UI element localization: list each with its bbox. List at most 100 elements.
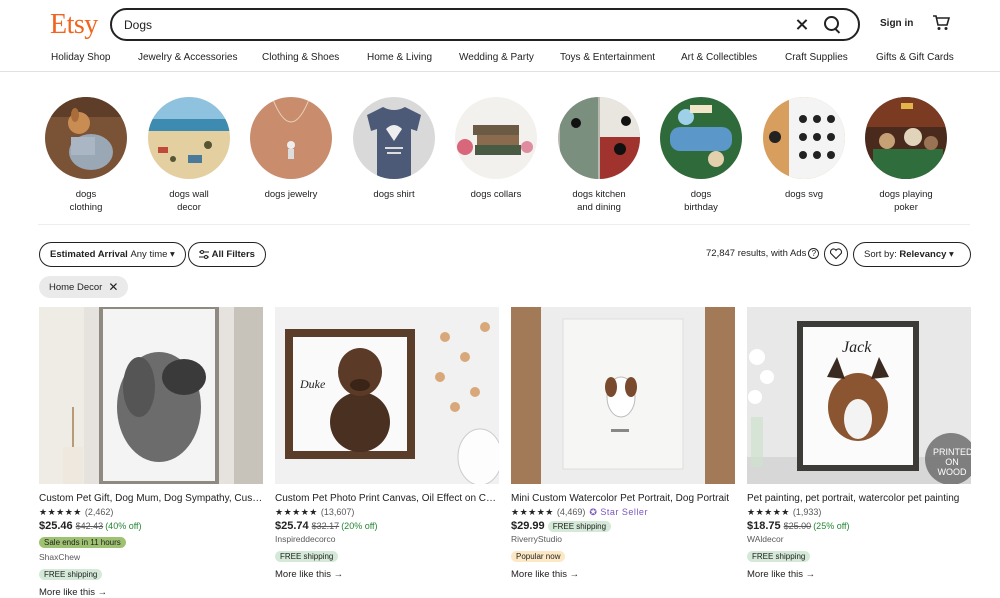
shop-name[interactable]: Inspireddecorco (275, 534, 499, 544)
review-count: (1,933) (792, 507, 822, 517)
more-like-this-link[interactable]: More like this → (511, 569, 735, 580)
original-price: $42.43 (75, 521, 104, 531)
active-filter-chip[interactable]: Home Decor ✕ (39, 276, 129, 298)
related-label: poker (894, 202, 918, 213)
nav-home-living[interactable]: Home & Living (367, 52, 432, 63)
all-filters-button[interactable]: All Filters (188, 242, 266, 267)
nav-toys[interactable]: Toys & Entertainment (560, 52, 655, 63)
related-label: clothing (69, 202, 103, 213)
favorite-search-button[interactable] (824, 242, 848, 266)
star-seller-label: Star Seller (600, 507, 648, 517)
nav-craft[interactable]: Craft Supplies (785, 52, 848, 63)
price: $25.46 (39, 520, 73, 532)
free-shipping-badge: FREE shipping (39, 569, 103, 580)
nav-wedding[interactable]: Wedding & Party (459, 52, 534, 63)
shop-name[interactable]: ShaxChew (39, 552, 263, 562)
discount: (25% off) (813, 521, 850, 531)
all-filters-label: All Filters (211, 249, 255, 260)
related-dogs-poker[interactable]: dogs playing poker (865, 97, 947, 214)
more-like-this-link[interactable]: More like this → (747, 569, 971, 580)
price: $18.75 (747, 520, 781, 532)
sort-dropdown[interactable]: Sort by: Relevancy ▾ (853, 242, 971, 267)
more-label: More like this (275, 569, 331, 580)
kitchen-towel-image (558, 97, 640, 179)
duke-label: Duke (300, 377, 326, 391)
product-image[interactable] (39, 307, 263, 484)
search-icon[interactable] (822, 14, 844, 36)
sort-value: Relevancy (899, 249, 947, 260)
arrow-right-icon: → (97, 587, 108, 598)
more-label: More like this (511, 569, 567, 580)
caret-down-icon: ▾ (949, 249, 954, 260)
nav-holiday-shop[interactable]: Holiday Shop (51, 52, 110, 63)
cart-icon[interactable] (932, 15, 950, 31)
related-label: dogs svg (784, 189, 824, 200)
more-like-this-link[interactable]: More like this → (39, 587, 263, 598)
etsy-logo[interactable]: Etsy (50, 9, 98, 41)
related-label: dogs (690, 189, 712, 200)
arrival-label: Estimated Arrival (50, 249, 128, 260)
related-dogs-collars[interactable]: dogs collars (455, 97, 537, 201)
nav-clothing[interactable]: Clothing & Shoes (262, 52, 339, 63)
discount: (20% off) (341, 521, 378, 531)
related-dogs-birthday[interactable]: dogs birthday (660, 97, 742, 214)
related-dogs-wall-decor[interactable]: dogs wall decor (148, 97, 230, 214)
help-icon[interactable]: ? (808, 248, 820, 259)
star-icons: ★★★★★ (275, 507, 318, 517)
related-dogs-kitchen[interactable]: dogs kitchen and dining (558, 97, 640, 214)
necklace-image (250, 96, 332, 179)
product-card[interactable]: Mini Custom Watercolor Pet Portrait, Dog… (511, 307, 735, 580)
related-dogs-clothing[interactable]: dogs clothing (45, 97, 127, 214)
shop-name[interactable]: WAldecor (747, 534, 971, 544)
product-card[interactable]: Jack PRINTED ON WOOD Pet painting, pet p… (747, 307, 977, 580)
arrival-value: Any time (130, 249, 168, 260)
product-image[interactable] (511, 307, 735, 484)
related-label: decor (177, 202, 201, 213)
poker-dogs-image (865, 97, 947, 179)
product-title[interactable]: Custom Pet Photo Print Canvas, Oil Effec… (275, 493, 499, 504)
product-card[interactable]: Custom Pet Photo Print Canvas, Oil Effec… (275, 307, 503, 580)
product-card[interactable]: Custom Pet Gift, Dog Mum, Dog Sympathy, … (39, 307, 263, 598)
rating: ★★★★★ (4,469) ✪ Star Seller (511, 507, 735, 518)
price-row: $25.46 $42.43 (40% off) (39, 520, 263, 532)
results-text: 72,847 results, with Ads (706, 248, 807, 260)
star-seller-badge: ✪ Star Seller (589, 507, 648, 517)
shop-name[interactable]: RiverryStudio (511, 534, 735, 544)
more-label: More like this (39, 587, 95, 598)
caret-down-icon: ▾ (170, 249, 175, 260)
original-price: $25.00 (783, 521, 812, 531)
printed-on-wood-badge: PRINTED ON WOOD (933, 447, 973, 477)
signin-link[interactable]: Sign in (880, 18, 913, 29)
original-price: $32.17 (311, 521, 340, 531)
product-title[interactable]: Custom Pet Gift, Dog Mum, Dog Sympathy, … (39, 493, 263, 504)
product-title[interactable]: Pet painting, pet portrait, watercolor p… (747, 493, 971, 504)
clear-icon[interactable] (792, 15, 812, 35)
more-label: More like this (747, 569, 803, 580)
discount: (40% off) (105, 521, 142, 531)
related-label: birthday (684, 202, 718, 213)
search-bar[interactable]: Dogs (110, 8, 860, 41)
related-dogs-shirt[interactable]: dogs shirt (353, 97, 435, 201)
price-row: $18.75 $25.00 (25% off) (747, 520, 971, 532)
rating: ★★★★★ (13,607) (275, 507, 499, 518)
search-input[interactable]: Dogs (112, 18, 792, 32)
product-title[interactable]: Mini Custom Watercolor Pet Portrait, Dog… (511, 493, 735, 504)
estimated-arrival-filter[interactable]: Estimated Arrival Any time ▾ (39, 242, 186, 267)
nav-art[interactable]: Art & Collectibles (681, 52, 757, 63)
free-shipping-badge: FREE shipping (275, 551, 339, 562)
more-like-this-link[interactable]: More like this → (275, 569, 499, 580)
product-image[interactable] (275, 307, 503, 486)
divider (38, 224, 970, 225)
related-label: dogs collars (470, 189, 522, 200)
nav-jewelry[interactable]: Jewelry & Accessories (138, 52, 237, 63)
related-dogs-svg[interactable]: dogs svg (763, 97, 845, 201)
svg-sheet-image (763, 97, 845, 179)
related-label: dogs jewelry (264, 189, 318, 200)
cookies-image (660, 97, 742, 179)
nav-gifts[interactable]: Gifts & Gift Cards (876, 52, 954, 63)
filter-sliders-icon (199, 250, 209, 259)
star-icons: ★★★★★ (747, 507, 790, 517)
close-icon[interactable]: ✕ (108, 280, 118, 294)
related-dogs-jewelry[interactable]: dogs jewelry (250, 96, 332, 201)
results-count: 72,847 results, with Ads? (706, 248, 820, 260)
